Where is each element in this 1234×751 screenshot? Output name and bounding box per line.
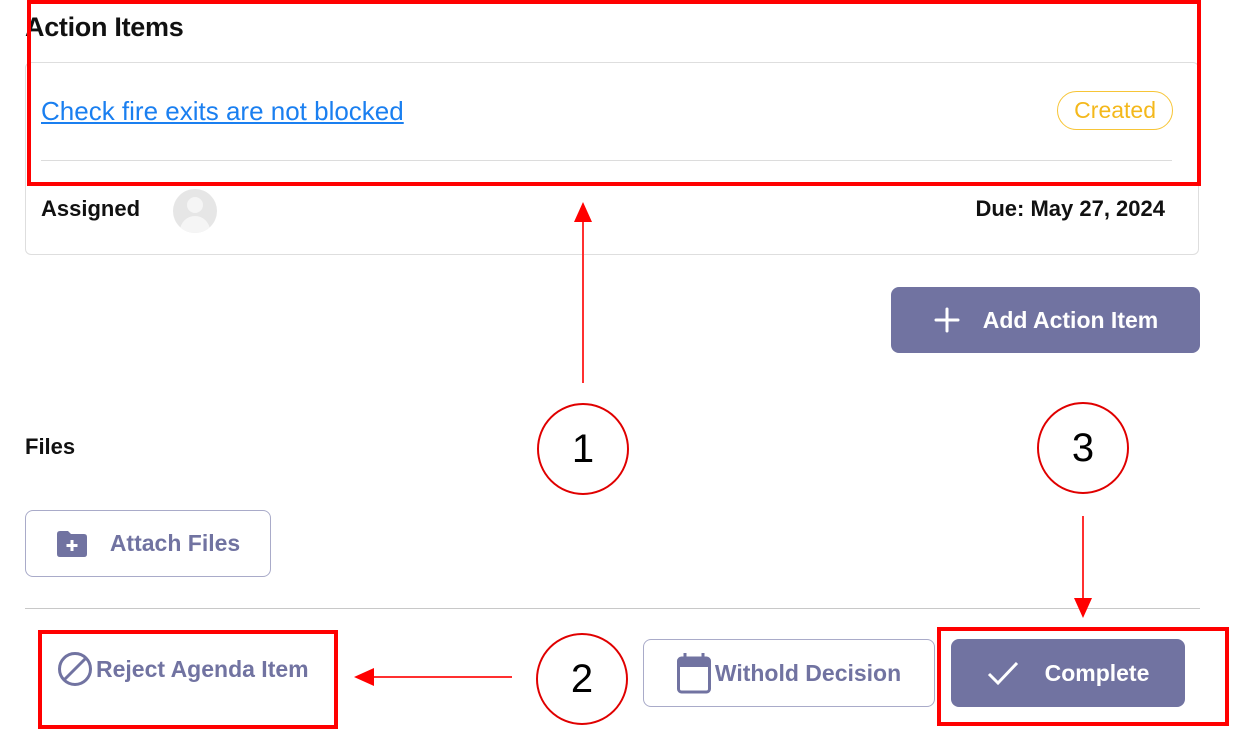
attach-files-button[interactable]: Attach Files — [25, 510, 271, 577]
plus-icon — [934, 307, 960, 333]
annotation-box-complete — [937, 627, 1229, 726]
calendar-icon — [676, 653, 711, 694]
files-title: Files — [25, 434, 76, 459]
due-date: Due: May 27, 2024 — [975, 196, 1165, 221]
annotation-arrow-1-head — [574, 202, 592, 222]
annotation-arrow-2-head — [354, 668, 374, 686]
annotation-arrow-3-head — [1074, 598, 1092, 618]
annotation-arrow-2-line — [372, 676, 512, 678]
folder-plus-icon — [56, 530, 87, 557]
annotation-arrow-1-line — [582, 220, 584, 383]
add-action-item-label: Add Action Item — [982, 306, 1159, 333]
annotation-box-action-item — [27, 0, 1201, 186]
withhold-decision-button[interactable]: Withold Decision — [643, 639, 935, 707]
add-action-item-button[interactable]: Add Action Item — [891, 287, 1200, 353]
annotation-marker-2: 2 — [536, 633, 628, 725]
avatar-head — [187, 197, 203, 213]
annotation-arrow-3-line — [1082, 516, 1084, 600]
attach-files-label: Attach Files — [109, 530, 241, 556]
annotation-box-reject — [38, 630, 338, 729]
avatar-body — [180, 216, 210, 233]
footer-divider — [25, 608, 1200, 609]
withhold-decision-label: Withold Decision — [714, 659, 902, 686]
assigned-label: Assigned — [41, 196, 141, 221]
annotation-marker-1: 1 — [537, 403, 629, 495]
avatar[interactable] — [173, 189, 217, 233]
annotation-marker-3: 3 — [1037, 402, 1129, 494]
